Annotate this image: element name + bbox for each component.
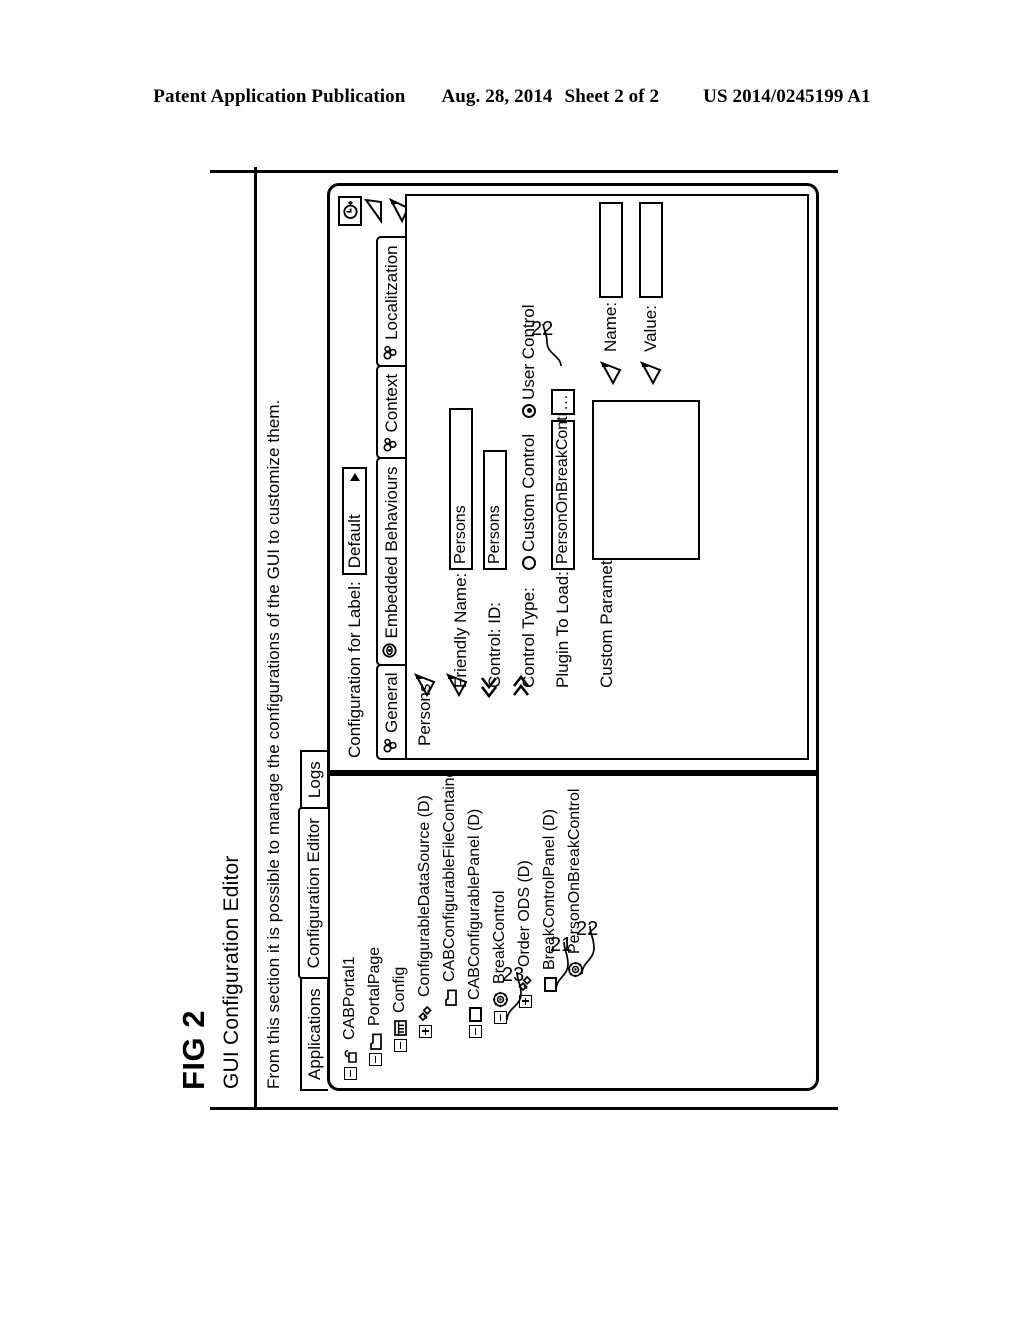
browse-button[interactable]: ... [551,389,575,415]
link-icon [379,436,405,453]
expander-minus-icon[interactable] [368,1053,382,1066]
configuration-label-select[interactable]: Default [342,467,367,576]
expander-minus-icon[interactable] [343,1067,357,1080]
callout-marker-icon [363,198,386,225]
friendly-name-row: Friendly Name: Persons [447,304,475,688]
expander-minus-icon[interactable] [468,1025,482,1038]
clock-icon[interactable] [338,196,362,226]
tree-panel[interactable]: CABPortal1 PortalPage Config Configurabl… [327,773,819,1091]
link-icon [379,343,405,360]
control-id-field[interactable]: Persons [483,450,507,570]
callout-marker-icon [413,672,442,698]
folder-icon [368,1033,382,1050]
chevron-down-icon [349,473,360,482]
tab-embedded-behaviours[interactable]: Embedded Behaviours [376,457,406,666]
portal-icon [343,1047,358,1064]
friendly-name-field[interactable]: Persons [449,408,473,570]
panel-toolbox [338,196,410,226]
tree-node-label: CABPortal1 [341,956,358,1040]
diamonds-icon [417,1004,433,1022]
control-type-label: Control Type: [519,587,538,688]
tree-node-label: ConfigurableDataSource (D) [416,795,433,997]
configuration-label-row: Configuration for Label: Default [342,467,367,758]
tree-node-cabconfigurablepanel[interactable]: CABConfigurablePanel (D) [465,809,485,1038]
general-tab-content: Persons Friendly Name: Persons Control: … [405,194,809,760]
friendly-name-label: Friendly Name: [451,572,470,688]
link-icon [379,736,405,753]
param-name-field[interactable] [599,202,623,298]
title-divider [254,167,257,1107]
main-tabstrip: Applications Configuration Editor Logs [298,750,328,1091]
publication-number: US 2014/0245199 A1 [703,86,871,107]
tab-label: Localitzation [382,245,401,340]
tree-node-configurabledatasource[interactable]: ConfigurableDataSource (D) [415,795,435,1038]
ref-numeral-21: 21 [550,934,573,956]
tree-node-cabportal1[interactable]: CABPortal1 [340,956,360,1080]
properties-tabstrip: General Embedded Behaviours Context Loca… [376,236,406,760]
tab-label: General [382,672,401,733]
param-name-row: Name: [599,202,623,352]
eye-icon [379,642,405,659]
tree-node-label: PortalPage [366,946,383,1026]
custom-parameters-list[interactable] [592,400,700,560]
tab-label: Embedded Behaviours [382,466,401,639]
control-id-row: Control: ID: Persons [481,304,509,688]
callout-marker-icon [599,360,628,386]
plugin-to-load-label: Plugin To Load: [553,571,572,688]
tree-node-label: Order ODS (D) [516,860,533,967]
configuration-label-text: Configuration for Label: [344,581,364,758]
tree-node-config[interactable]: Config [390,967,410,1052]
param-value-row: Value: [639,202,663,352]
tree-node-cabconfigurablefilecontainer[interactable]: CABConfigurableFileContaine [440,773,460,1022]
tab-localitzation[interactable]: Localitzation [376,236,406,367]
body-area: CABPortal1 PortalPage Config Configurabl… [327,183,819,1091]
tab-label: Context [382,373,401,433]
folder-icon [443,989,457,1006]
callout-marker-icon [639,360,668,386]
control-id-label: Control: ID: [485,602,504,688]
tree-node-label: CABConfigurableFileContaine [441,773,458,982]
ref-numeral-22: 22 [531,318,554,340]
publication-left: Patent Application Publication [153,86,406,107]
plugin-to-load-field[interactable]: PersonOnBreakControl [551,399,575,570]
tab-logs[interactable]: Logs [300,750,328,810]
grid-icon [393,1020,408,1036]
tab-configuration-editor[interactable]: Configuration Editor [298,807,328,980]
tab-context[interactable]: Context [376,364,406,460]
param-name-label: Name: [601,301,620,352]
panel-icon [468,1007,482,1022]
figure-drawing: GUI Configuration Editor From this secti… [210,167,838,1110]
publication-header: Patent Application Publication Aug. 28, … [0,86,1024,108]
ref-numeral-22: 22 [576,918,599,940]
expander-spacer [443,1009,457,1022]
page-description: From this section it is possible to mana… [264,399,283,1089]
param-value-label: Value: [641,305,660,352]
tree-node-label: CABConfigurablePanel (D) [466,808,483,1000]
tree-node-label: Config [391,966,408,1013]
properties-panel: Configuration for Label: Default General… [327,183,819,773]
publication-sheet: Sheet 2 of 2 [564,86,660,107]
radio-custom-control-label: Custom Control [519,433,538,552]
tree-node-portalpage[interactable]: PortalPage [365,947,385,1066]
application-window: GUI Configuration Editor From this secti… [210,167,838,1110]
expander-spacer [543,995,557,1008]
tab-applications[interactable]: Applications [300,977,328,1091]
publication-date: Aug. 28, 2014 [441,86,553,107]
ref-numeral-23: 23 [502,964,525,986]
page-title: GUI Configuration Editor [220,855,243,1089]
radio-custom-control[interactable] [522,556,536,570]
configuration-label-value: Default [344,514,364,569]
param-value-field[interactable] [639,202,663,298]
expander-plus-icon[interactable] [418,1025,432,1038]
figure-label: FIG 2 [176,1009,211,1090]
radio-user-control[interactable] [522,403,536,418]
tab-general[interactable]: General [376,663,406,760]
expander-minus-icon[interactable] [393,1039,407,1052]
